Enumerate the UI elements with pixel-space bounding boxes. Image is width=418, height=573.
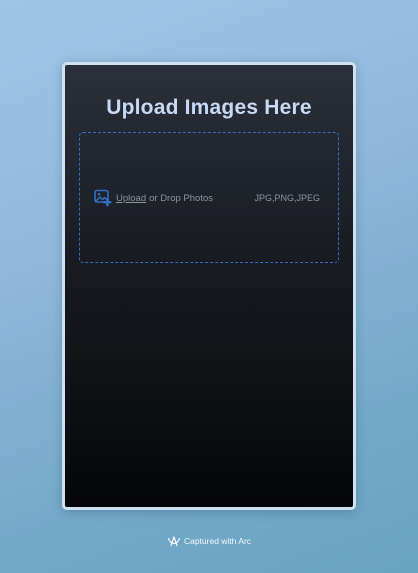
page-title: Upload Images Here [106,96,312,119]
drop-photos-text: or Drop Photos [149,192,214,204]
upload-link[interactable]: Upload [116,193,146,204]
captured-with-arc: Captured with Arc [0,535,418,547]
accepted-formats-label: JPG,PNG,JPEG [254,193,320,203]
upload-panel: Upload Images Here Upload or Drop Photos… [62,62,356,510]
captured-text: Captured with Arc [183,536,252,546]
image-dropzone[interactable]: Upload or Drop Photos JPG,PNG,JPEG [79,132,339,263]
arc-logo-icon [167,535,181,547]
dropzone-row: Upload or Drop Photos JPG,PNG,JPEG [94,188,320,208]
image-add-icon[interactable] [94,189,113,207]
